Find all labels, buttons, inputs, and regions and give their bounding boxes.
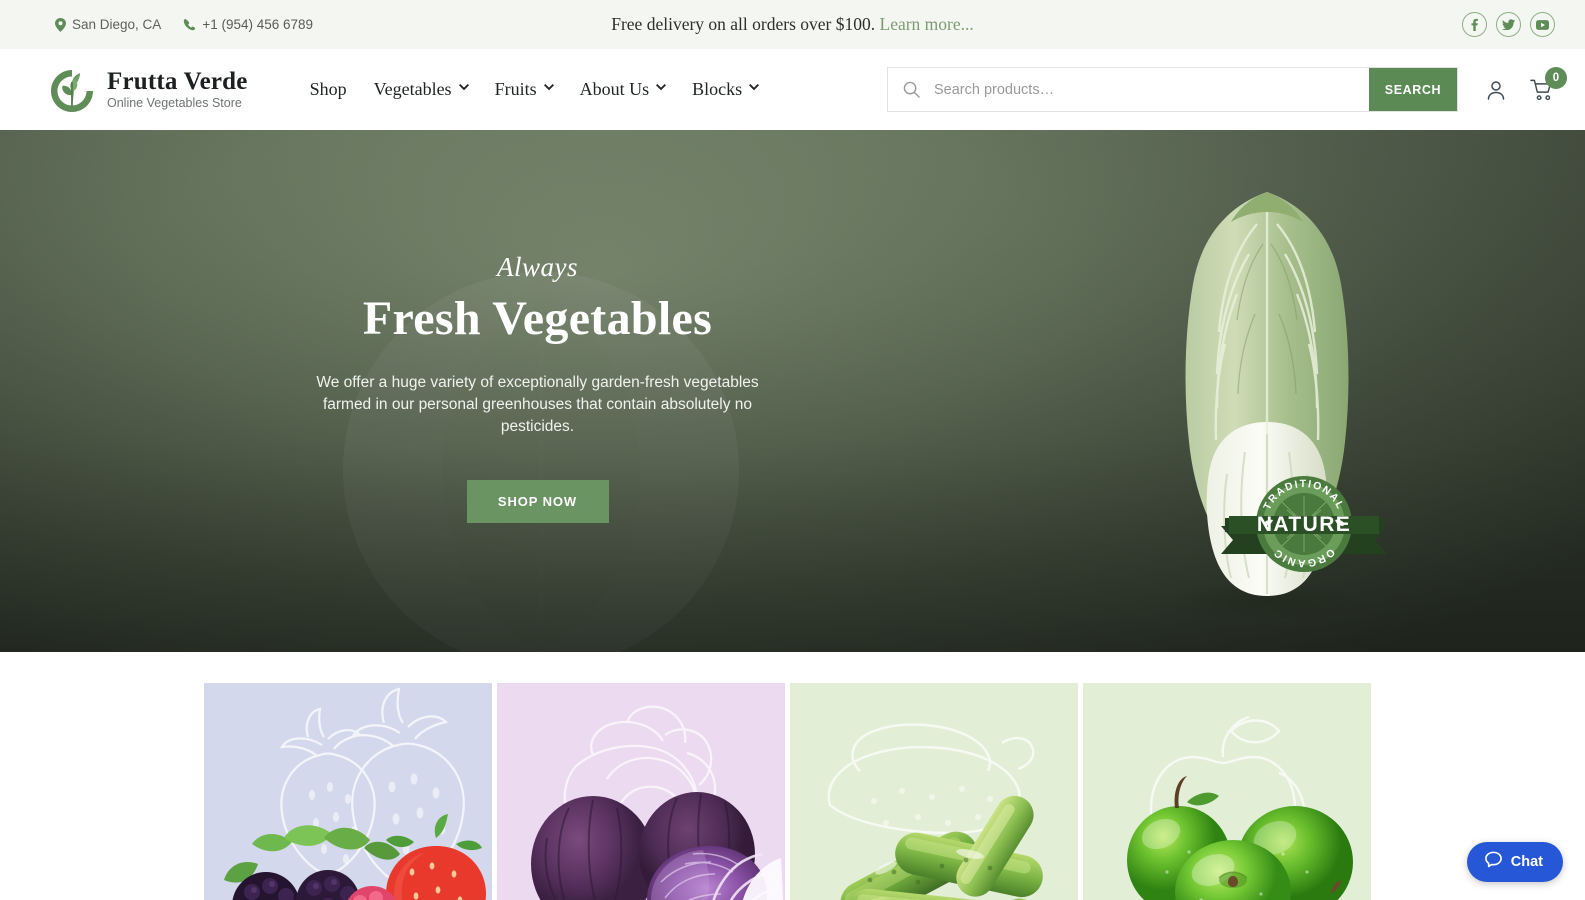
social-links [1462, 12, 1555, 37]
shopping-cart-icon[interactable]: 0 [1530, 66, 1567, 102]
chevron-down-icon [543, 84, 554, 93]
cucumbers-image [816, 795, 1070, 900]
nav-item-fruits[interactable]: Fruits [494, 79, 554, 100]
nav-item-blocks[interactable]: Blocks [692, 79, 760, 100]
location-text: San Diego, CA [72, 17, 162, 32]
category-tile-berries[interactable] [204, 683, 492, 900]
phone-icon [183, 18, 196, 31]
chat-label: Chat [1510, 854, 1543, 870]
nav-item-about-us[interactable]: About Us [579, 79, 667, 100]
chat-bubble-icon [1484, 850, 1503, 874]
badge-center-text: NATURE [1257, 513, 1351, 536]
hero-title: Fresh Vegetables [362, 291, 713, 345]
location-info: San Diego, CA [55, 17, 161, 32]
nav-item-vegetables[interactable]: Vegetables [373, 79, 469, 100]
category-tiles [204, 683, 1371, 900]
search-icon [888, 68, 934, 111]
mixed-berries-image [224, 814, 486, 900]
map-pin-icon [55, 17, 66, 32]
site-logo[interactable]: Frutta Verde Online Vegetables Store [48, 66, 248, 114]
header-actions: 0 [1484, 66, 1567, 102]
brand-tagline: Online Vegetables Store [107, 96, 242, 111]
nav-label: Blocks [692, 79, 743, 99]
nav-label: Shop [309, 79, 347, 99]
chevron-down-icon [749, 84, 760, 93]
announcement-text: Free delivery on all orders over $100. [611, 14, 876, 34]
nature-organic-badge: NATURE TRADITIONAL ORGANIC [1221, 476, 1387, 572]
strawberry [386, 814, 486, 900]
category-tile-cucumbers[interactable] [790, 683, 1078, 900]
facebook-icon[interactable] [1462, 12, 1487, 37]
topbar-contact-group: San Diego, CA +1 (954) 456 6789 [55, 17, 313, 32]
red-cabbage-image [531, 792, 784, 900]
category-tile-apples[interactable] [1083, 683, 1371, 900]
hero-description: We offer a huge variety of exceptionally… [316, 373, 759, 435]
hero-banner: Always Fresh Vegetables We offer a huge … [0, 130, 1585, 652]
user-account-icon[interactable] [1484, 78, 1508, 102]
hero-copy: Always Fresh Vegetables We offer a huge … [0, 130, 1075, 652]
youtube-icon[interactable] [1530, 12, 1555, 37]
learn-more-link[interactable]: Learn more... [880, 14, 974, 34]
nav-item-shop[interactable]: Shop [310, 79, 347, 100]
cart-count-badge: 0 [1545, 66, 1567, 89]
product-search: SEARCH [887, 67, 1458, 112]
green-apples-image [1127, 776, 1353, 900]
hero-eyebrow: Always [497, 251, 578, 282]
nav-label: Vegetables [373, 79, 452, 99]
announcement-bar: San Diego, CA +1 (954) 456 6789 Free del… [0, 0, 1585, 49]
site-header: Frutta Verde Online Vegetables Store Sho… [0, 49, 1585, 130]
mint-leaves [224, 825, 400, 883]
brand-name: Frutta Verde [107, 67, 248, 95]
main-navigation: Shop Vegetables Fruits About Us Blocks [310, 79, 760, 100]
chat-widget-button[interactable]: Chat [1466, 842, 1563, 882]
category-tiles-section [0, 652, 1585, 900]
search-button[interactable]: SEARCH [1369, 68, 1457, 111]
category-tile-cabbage[interactable] [497, 683, 785, 900]
phone-number: +1 (954) 456 6789 [202, 17, 314, 32]
nav-label: Fruits [494, 79, 537, 99]
nav-label: About Us [579, 79, 650, 99]
phone-info[interactable]: +1 (954) 456 6789 [183, 17, 313, 32]
shop-now-button[interactable]: SHOP NOW [466, 479, 609, 523]
chevron-down-icon [656, 84, 667, 93]
twitter-icon[interactable] [1496, 12, 1521, 37]
sprout-logo-icon [48, 66, 96, 114]
chevron-down-icon [458, 84, 469, 93]
search-input[interactable] [934, 68, 1369, 111]
